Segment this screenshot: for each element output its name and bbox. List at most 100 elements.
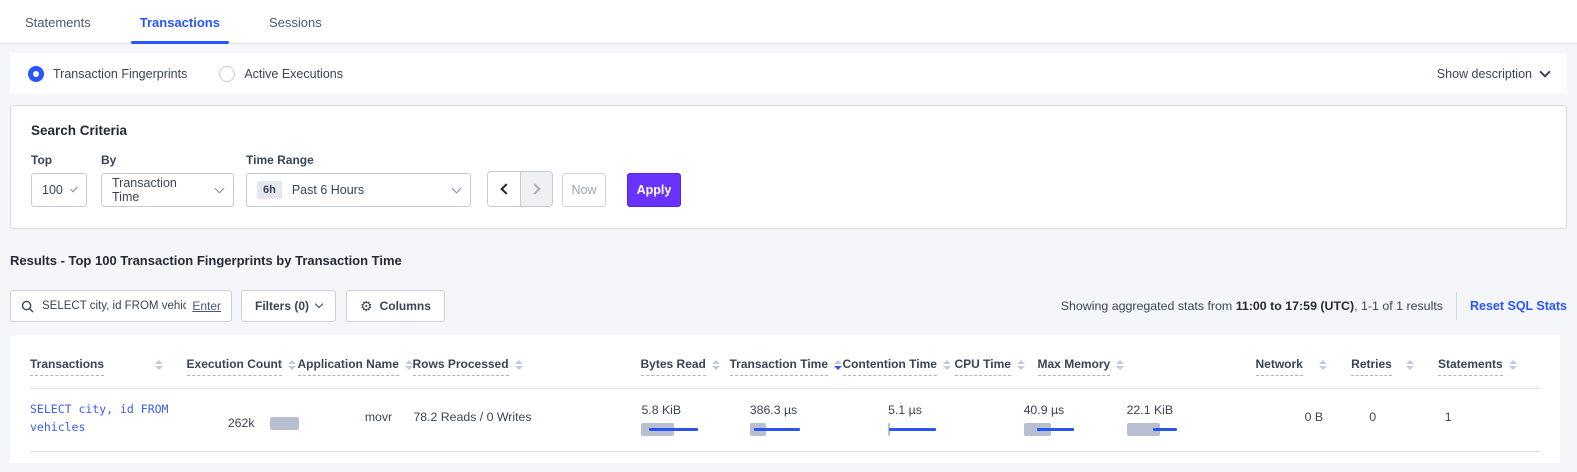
column-header-transactions[interactable]: Transactions bbox=[30, 357, 187, 376]
time-next-button[interactable] bbox=[520, 172, 552, 206]
cell-statements: 1 bbox=[1439, 401, 1540, 437]
radio-active-executions[interactable]: Active Executions bbox=[219, 66, 343, 82]
cell-contention-time: 5.1 µs bbox=[842, 401, 954, 437]
sort-icon bbox=[1116, 360, 1124, 370]
contention-time-barchart bbox=[888, 423, 954, 436]
cell-execution-count: 262k bbox=[188, 401, 299, 437]
sort-icon bbox=[1406, 360, 1414, 370]
time-range-label: Time Range bbox=[246, 153, 487, 167]
column-header-retries[interactable]: Retries bbox=[1351, 357, 1438, 376]
search-enter-button[interactable]: Enter bbox=[192, 299, 221, 313]
columns-button[interactable]: ⚙ Columns bbox=[346, 290, 445, 322]
by-select-value: Transaction Time bbox=[112, 176, 207, 204]
radio-unselected-icon bbox=[219, 66, 235, 82]
time-range-select[interactable]: 6h Past 6 Hours bbox=[246, 173, 471, 207]
column-header-application-name[interactable]: Application Name bbox=[298, 357, 413, 376]
reset-sql-stats-link[interactable]: Reset SQL Stats bbox=[1470, 299, 1567, 313]
filters-button[interactable]: Filters (0) bbox=[241, 290, 336, 322]
divider bbox=[1456, 292, 1457, 320]
execution-count-bar bbox=[270, 417, 298, 430]
cell-transactions: SELECT city, id FROM vehicles bbox=[30, 401, 188, 437]
cell-cpu-time: 40.9 µs bbox=[954, 401, 1037, 437]
time-pager bbox=[487, 171, 553, 207]
column-header-rows-processed[interactable]: Rows Processed bbox=[413, 357, 523, 376]
search-input[interactable]: SELECT city, id FROM vehicles W Enter bbox=[10, 290, 232, 322]
cell-max-memory: 22.1 KiB bbox=[1037, 401, 1132, 437]
columns-button-label: Columns bbox=[380, 299, 431, 313]
cell-rows-processed: 78.2 Reads / 0 Writes bbox=[413, 401, 523, 437]
by-label: By bbox=[101, 153, 246, 167]
cell-bytes-read: 5.8 KiB bbox=[641, 401, 729, 437]
sort-icon bbox=[1509, 360, 1517, 370]
cell-transaction-time: 386.3 µs bbox=[730, 401, 842, 437]
column-header-execution-count[interactable]: Execution Count bbox=[187, 357, 298, 376]
top-select-value: 100 bbox=[42, 183, 63, 197]
column-header-bytes-read[interactable]: Bytes Read bbox=[641, 357, 730, 376]
chevron-down-icon bbox=[215, 183, 225, 193]
gear-icon: ⚙ bbox=[360, 298, 373, 315]
top-label: Top bbox=[31, 153, 101, 167]
top-field: Top 100 bbox=[31, 153, 101, 207]
time-range-badge: 6h bbox=[257, 181, 282, 199]
radio-label: Transaction Fingerprints bbox=[53, 67, 187, 81]
transaction-fingerprint-link[interactable]: SELECT city, id FROM vehicles bbox=[30, 401, 188, 437]
results-toolbar: SELECT city, id FROM vehicles W Enter Fi… bbox=[10, 290, 1567, 322]
results-table-card: Transactions Execution Count Application… bbox=[10, 335, 1560, 463]
table-row: SELECT city, id FROM vehicles 262k movr … bbox=[30, 389, 1540, 452]
tab-bar: Statements Transactions Sessions bbox=[0, 0, 1577, 44]
aggregated-stats-text: Showing aggregated stats from 11:00 to 1… bbox=[1061, 299, 1443, 313]
chevron-down-icon bbox=[70, 184, 78, 192]
cell-application-name: movr bbox=[299, 401, 414, 437]
chevron-right-icon bbox=[529, 183, 540, 194]
search-criteria-card: Search Criteria Top 100 By Transaction T… bbox=[10, 105, 1567, 229]
sort-icon bbox=[155, 360, 163, 370]
sort-icon bbox=[943, 360, 951, 370]
column-header-network[interactable]: Network bbox=[1256, 357, 1352, 376]
column-header-max-memory[interactable]: Max Memory bbox=[1038, 357, 1133, 376]
sort-icon-active-desc bbox=[834, 360, 842, 370]
apply-button[interactable]: Apply bbox=[627, 173, 681, 207]
radio-label: Active Executions bbox=[244, 67, 343, 81]
bytes-read-barchart bbox=[641, 423, 729, 436]
sort-icon bbox=[1017, 360, 1025, 370]
filters-button-label: Filters (0) bbox=[255, 299, 309, 313]
chevron-down-icon bbox=[452, 183, 462, 193]
chevron-down-icon bbox=[1539, 66, 1550, 77]
chevron-down-icon bbox=[315, 300, 323, 308]
top-select[interactable]: 100 bbox=[31, 173, 87, 207]
cell-retries: 0 bbox=[1351, 401, 1438, 437]
search-input-value: SELECT city, id FROM vehicles W bbox=[42, 300, 186, 312]
search-icon bbox=[21, 300, 34, 313]
transaction-time-barchart bbox=[750, 423, 842, 436]
results-heading: Results - Top 100 Transaction Fingerprin… bbox=[10, 253, 1567, 268]
by-select[interactable]: Transaction Time bbox=[101, 173, 234, 207]
chevron-left-icon bbox=[500, 183, 511, 194]
table-header-row: Transactions Execution Count Application… bbox=[30, 335, 1540, 389]
tab-statements[interactable]: Statements bbox=[25, 0, 91, 43]
search-criteria-title: Search Criteria bbox=[31, 123, 1546, 138]
max-memory-barchart bbox=[1127, 423, 1132, 436]
radio-transaction-fingerprints[interactable]: Transaction Fingerprints bbox=[28, 66, 187, 82]
view-toggle-bar: Transaction Fingerprints Active Executio… bbox=[10, 53, 1567, 94]
tab-sessions[interactable]: Sessions bbox=[269, 0, 322, 43]
now-button[interactable]: Now bbox=[562, 173, 606, 207]
transactions-page: Statements Transactions Sessions Transac… bbox=[0, 0, 1577, 472]
cell-network: 0 B bbox=[1255, 401, 1352, 437]
sort-icon bbox=[515, 360, 523, 370]
cpu-time-barchart bbox=[1024, 423, 1037, 436]
time-range-value: Past 6 Hours bbox=[292, 183, 364, 197]
column-header-contention-time[interactable]: Contention Time bbox=[843, 357, 955, 376]
show-description-toggle[interactable]: Show description bbox=[1437, 67, 1549, 81]
sort-icon bbox=[1319, 360, 1327, 370]
column-header-cpu-time[interactable]: CPU Time bbox=[955, 357, 1038, 376]
radio-selected-icon bbox=[28, 66, 44, 82]
time-prev-button[interactable] bbox=[488, 172, 520, 206]
by-field: By Transaction Time bbox=[101, 153, 246, 207]
sort-icon bbox=[712, 360, 720, 370]
time-range-field: Time Range 6h Past 6 Hours bbox=[246, 153, 487, 207]
sort-icon bbox=[288, 360, 296, 370]
tab-transactions[interactable]: Transactions bbox=[140, 0, 220, 43]
column-header-transaction-time[interactable]: Transaction Time bbox=[730, 357, 843, 376]
column-header-statements[interactable]: Statements bbox=[1438, 357, 1540, 376]
show-description-label: Show description bbox=[1437, 67, 1532, 81]
